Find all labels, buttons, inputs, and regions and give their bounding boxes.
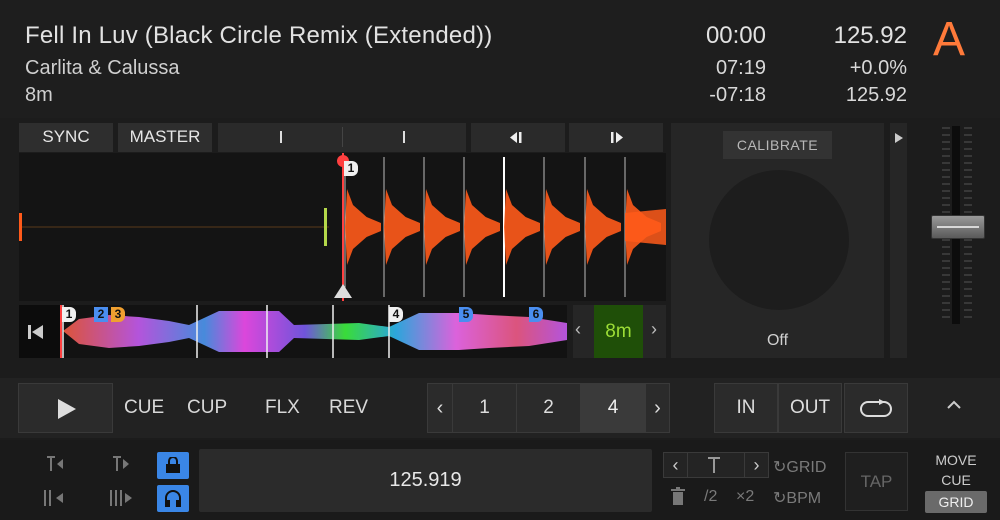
phase-meter (218, 123, 466, 152)
calibrate-button[interactable]: CALIBRATE (723, 131, 832, 159)
cue-button[interactable]: CUE (124, 397, 164, 419)
collapse-chevron-icon[interactable] (946, 400, 962, 410)
bpm-display: 125.92 (833, 22, 907, 49)
headphone-cue-button[interactable] (157, 485, 189, 512)
track-title: Fell In Luv (Black Circle Remix (Extende… (25, 22, 493, 49)
beatjump-back-button[interactable] (471, 123, 565, 152)
reverse-button[interactable]: REV (329, 397, 368, 419)
half-bpm-button[interactable]: /2 (704, 488, 717, 506)
double-bpm-button[interactable]: ×2 (736, 488, 754, 506)
loop-size-increase-icon[interactable]: › (645, 384, 669, 432)
jump-to-start-icon[interactable] (27, 324, 45, 340)
play-icon (58, 399, 76, 419)
reset-bpm-label: BPM (786, 490, 822, 507)
grid-marker-icon[interactable] (707, 457, 721, 474)
lock-icon (166, 457, 180, 473)
bpm-lock-button[interactable] (157, 452, 189, 479)
overview-cue-5[interactable]: 5 (459, 307, 473, 322)
bpm-input[interactable]: 125.919 (199, 449, 652, 512)
chevron-right-icon (895, 133, 903, 143)
total-time: 07:19 (715, 57, 766, 79)
loop-in-label: IN (736, 397, 756, 418)
loop-out-label: OUT (789, 397, 831, 418)
master-button[interactable]: MASTER (118, 123, 212, 152)
stripe-waveform[interactable]: 1 (19, 153, 666, 301)
overview-cue-4[interactable]: 4 (389, 307, 403, 322)
zoom-value: 8m (594, 305, 643, 358)
elapsed-time: 00:00 (705, 22, 766, 49)
jog-state: Off (766, 332, 789, 349)
reset-grid-button[interactable]: ↻GRID (773, 457, 826, 477)
sync-button[interactable]: SYNC (19, 123, 113, 152)
overview-waveform[interactable]: 1 2 3 4 5 6 (19, 305, 567, 358)
flux-button[interactable]: FLX (265, 397, 300, 419)
overview-cue-1[interactable]: 1 (62, 307, 76, 322)
move-grid-button[interactable]: GRID (925, 491, 987, 513)
side-panel-toggle[interactable] (890, 123, 907, 358)
next-grid-marker-icon[interactable]: › (744, 453, 768, 477)
loop-size-option-selected[interactable]: 4 (581, 384, 645, 432)
beatjump-back-icon (510, 132, 522, 143)
overview-cue-6[interactable]: 6 (529, 307, 543, 322)
cue-flag-1[interactable]: 1 (344, 161, 358, 176)
remaining-time: -07:18 (709, 84, 766, 106)
loop-out-button[interactable]: OUT (778, 383, 842, 433)
deck-letter[interactable]: A (933, 12, 965, 67)
zoom-in-icon[interactable]: › (651, 319, 657, 340)
loop-size-option[interactable]: 2 (517, 384, 581, 432)
grid-compress-icon[interactable] (42, 489, 66, 507)
grid-expand-icon[interactable] (108, 489, 134, 507)
beatjump-forward-button[interactable] (569, 123, 663, 152)
play-button[interactable] (18, 383, 113, 433)
prev-grid-marker-icon[interactable]: ‹ (664, 453, 688, 477)
pitch-fader-knob[interactable] (931, 215, 985, 239)
track-key: 8m (25, 84, 53, 106)
loop-size-selector: ‹ 1 2 4 › (427, 383, 670, 433)
grid-marker-nav: ‹ › (663, 452, 769, 478)
loop-size-decrease-icon[interactable]: ‹ (428, 384, 453, 432)
cup-button[interactable]: CUP (187, 397, 227, 419)
move-cue-label[interactable]: CUE (925, 472, 987, 488)
pitch-display: +0.0% (849, 57, 907, 79)
headphones-icon (165, 490, 181, 507)
original-bpm-display: 125.92 (845, 84, 907, 106)
grid-shift-right-icon[interactable] (110, 455, 132, 473)
jog-wheel[interactable] (709, 170, 849, 310)
reset-grid-label: GRID (786, 459, 827, 476)
loop-in-button[interactable]: IN (714, 383, 778, 433)
delete-grid-icon[interactable] (670, 487, 686, 506)
zoom-out-icon[interactable]: ‹ (575, 319, 581, 340)
reset-icon: ↻ (773, 459, 787, 476)
move-label: MOVE (935, 452, 977, 468)
tap-button[interactable]: TAP (845, 452, 908, 511)
overview-cue-2[interactable]: 2 (94, 307, 108, 322)
loop-size-option[interactable]: 1 (453, 384, 517, 432)
track-artist: Carlita & Calussa (25, 57, 180, 79)
grid-shift-left-icon[interactable] (44, 455, 66, 473)
reset-bpm-button[interactable]: ↻BPM (773, 488, 821, 508)
playhead-bottom-icon (334, 284, 352, 298)
beatjump-forward-icon (611, 132, 623, 143)
reset-icon: ↻ (773, 490, 787, 507)
overview-cue-3[interactable]: 3 (111, 307, 125, 322)
loop-toggle-button[interactable] (844, 383, 908, 433)
loop-icon (860, 399, 892, 417)
